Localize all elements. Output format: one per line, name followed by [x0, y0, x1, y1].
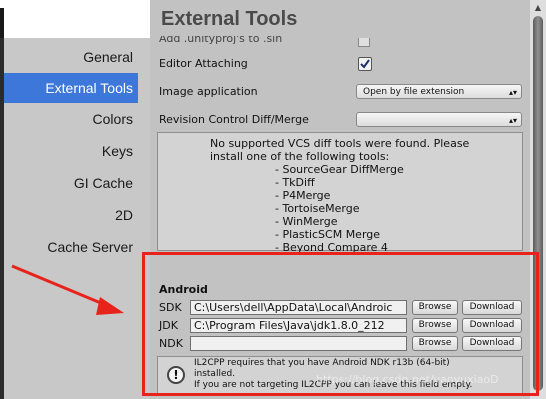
image-application-label: Image application — [159, 85, 258, 98]
sdk-download-button[interactable]: Download — [462, 300, 522, 315]
vcs-tool-item: - SourceGear DiffMerge — [275, 163, 404, 176]
sidebar-item-label: Keys — [101, 143, 133, 159]
cutoff-checkbox[interactable] — [358, 38, 370, 47]
sidebar-item-colors[interactable]: Colors — [4, 104, 138, 134]
sidebar-item-label: Colors — [92, 111, 133, 127]
page-title: External Tools — [161, 8, 298, 30]
vcs-tool-item: - Beyond Compare 4 — [275, 241, 388, 254]
vcs-info-box: No supported VCS diff tools were found. … — [157, 132, 523, 254]
settings-panel: External Tools Add .unityproj's to .sln … — [150, 0, 530, 399]
jdk-path-field[interactable]: C:\Program Files\Java\jdk1.8.0_212 — [190, 318, 407, 333]
cutoff-setting-label: Add .unityproj's to .sln — [159, 36, 283, 45]
dropdown-arrows-icon: ▴▾ — [508, 88, 517, 97]
vcs-tool-item: - P4Merge — [275, 189, 331, 202]
sidebar-item-2d[interactable]: 2D — [4, 200, 138, 230]
vcs-tool-item: - TortoiseMerge — [275, 202, 360, 215]
scrollbar-thumb[interactable] — [533, 16, 543, 391]
revision-control-label: Revision Control Diff/Merge — [159, 113, 309, 126]
sidebar-item-keys[interactable]: Keys — [4, 136, 138, 166]
sdk-browse-button[interactable]: Browse — [412, 300, 458, 315]
window-top-left — [0, 0, 150, 38]
editor-attaching-label: Editor Attaching — [159, 57, 248, 70]
warning-icon: ! — [167, 366, 185, 384]
il2cpp-warning-box: ! IL2CPP requires that you have Android … — [157, 356, 523, 394]
revision-control-dropdown[interactable]: ▴▾ — [356, 112, 522, 127]
ndk-label: NDK — [159, 337, 183, 350]
preferences-sidebar: General External Tools Colors Keys GI Ca… — [0, 38, 150, 399]
image-application-value: Open by file extension — [363, 87, 465, 97]
jdk-label: JDK — [159, 319, 178, 332]
sidebar-item-gi-cache[interactable]: GI Cache — [4, 168, 138, 198]
sdk-label: SDK — [159, 301, 182, 314]
window-edge — [0, 8, 4, 38]
sidebar-item-label: External Tools — [45, 80, 133, 96]
ndk-browse-button[interactable]: Browse — [412, 336, 458, 351]
editor-attaching-checkbox[interactable] — [358, 57, 372, 71]
sidebar-item-label: General — [83, 49, 133, 65]
ndk-path-field[interactable] — [190, 336, 407, 351]
dropdown-arrows-icon: ▴▾ — [508, 116, 517, 125]
ndk-download-button[interactable]: Download — [462, 336, 522, 351]
vcs-message: No supported VCS diff tools were found. … — [210, 137, 470, 163]
android-section-header: Android — [159, 283, 208, 296]
sidebar-item-label: GI Cache — [73, 175, 133, 191]
vcs-tools-list: - SourceGear DiffMerge - TkDiff - P4Merg… — [275, 163, 404, 254]
jdk-browse-button[interactable]: Browse — [412, 318, 458, 333]
sidebar-item-label: 2D — [115, 207, 133, 223]
scroll-up-arrow-icon[interactable]: ▲ — [534, 3, 542, 13]
il2cpp-warning-text: IL2CPP requires that you have Android ND… — [194, 358, 473, 390]
sdk-path-field[interactable]: C:\Users\dell\AppData\Local\Androic — [190, 300, 407, 315]
sidebar-item-label: Cache Server — [47, 239, 133, 255]
checkmark-icon — [360, 59, 370, 69]
vcs-tool-item: - TkDiff — [275, 176, 315, 189]
vcs-tool-item: - PlasticSCM Merge — [275, 228, 381, 241]
sidebar-item-general[interactable]: General — [4, 42, 138, 72]
jdk-download-button[interactable]: Download — [462, 318, 522, 333]
vcs-tool-item: - WinMerge — [275, 215, 338, 228]
sidebar-item-external-tools[interactable]: External Tools — [4, 73, 138, 103]
image-application-dropdown[interactable]: Open by file extension ▴▾ — [356, 84, 522, 99]
sidebar-item-cache-server[interactable]: Cache Server — [4, 232, 138, 262]
